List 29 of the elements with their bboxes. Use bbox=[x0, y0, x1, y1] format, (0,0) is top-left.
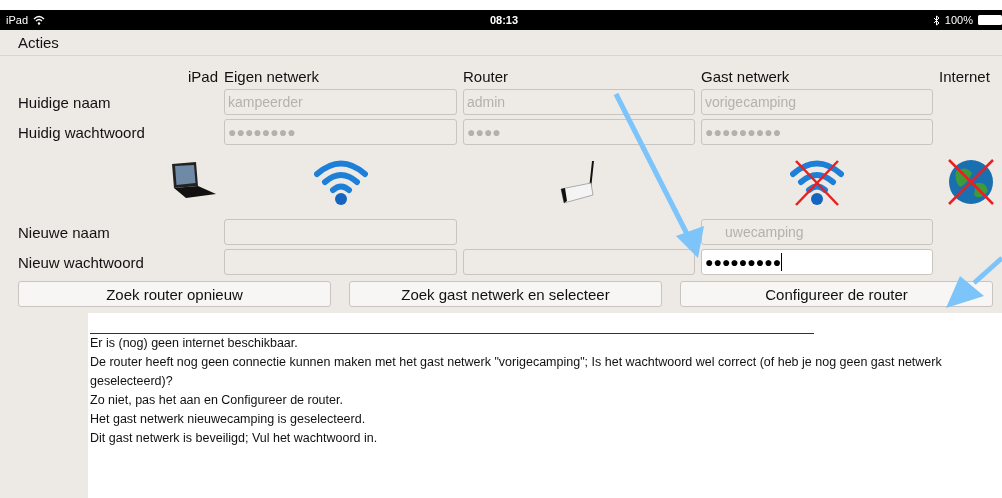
column-header: Internet bbox=[939, 68, 991, 85]
input-field[interactable]: ●●●●●●●●● bbox=[701, 249, 933, 275]
column-header: Gast netwerk bbox=[701, 68, 791, 85]
column-header: Router bbox=[463, 68, 510, 85]
log-message: De router heeft nog geen connectie kunnen maken met het gast netwerk "vorigecamping"; Is het wachtwoord wel correct (of heb je nog geen gast netwerk geselecteerd)? bbox=[90, 354, 943, 390]
action-button[interactable]: Configureer de router bbox=[680, 281, 993, 307]
row-label: Huidig wachtwoord bbox=[18, 123, 146, 141]
row-label: Huidige naam bbox=[18, 93, 112, 111]
wifi-icon bbox=[33, 15, 46, 25]
battery-icon bbox=[978, 15, 1002, 25]
row-label: Nieuw wachtwoord bbox=[18, 253, 145, 271]
input-field[interactable] bbox=[224, 249, 457, 275]
log-message: Het gast netwerk nieuwecamping is geselecteerd. bbox=[90, 411, 367, 428]
action-button[interactable]: Zoek gast netwerk en selecteer bbox=[349, 281, 662, 307]
battery-percentage: 100% bbox=[944, 14, 973, 26]
row-label: Nieuwe naam bbox=[18, 223, 111, 241]
column-header: Eigen netwerk bbox=[224, 68, 321, 85]
input-field[interactable] bbox=[224, 219, 457, 245]
annotation-arrow bbox=[946, 256, 1002, 308]
action-button[interactable]: Zoek router opnieuw bbox=[18, 281, 331, 307]
log-message: Er is (nog) geen internet beschikbaar. bbox=[90, 335, 299, 352]
log-message: Dit gast netwerk is beveiligd; Vul het wachtwoord in. bbox=[90, 430, 379, 447]
input-field[interactable] bbox=[463, 249, 695, 275]
column-header: iPad bbox=[187, 68, 218, 85]
device-name: iPad bbox=[6, 14, 29, 26]
menu-item[interactable]: Acties bbox=[18, 34, 59, 51]
log-message: Zo niet, pas het aan en Configureer de router. bbox=[90, 392, 344, 409]
clock: 08:13 bbox=[489, 14, 519, 26]
bluetooth-icon bbox=[932, 14, 940, 26]
